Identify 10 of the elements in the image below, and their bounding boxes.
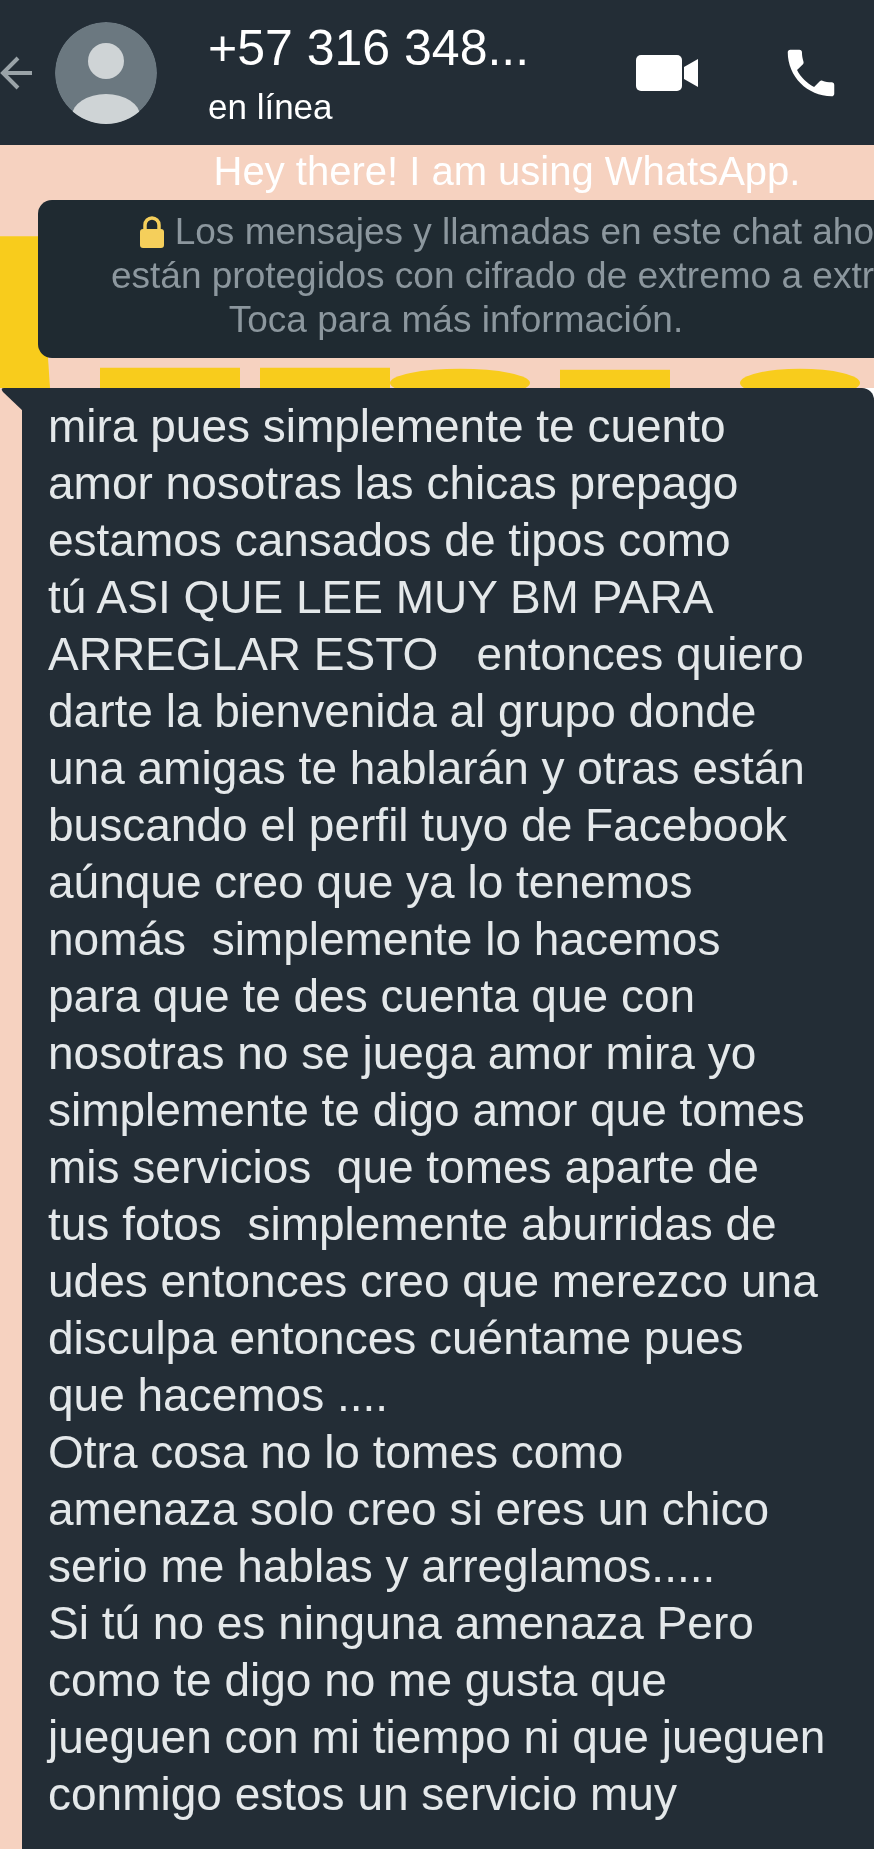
encryption-notice[interactable]: Los mensajes y llamadas en este chat aho están protegidos con cifrado de extremo a extr Toca para más información. <box>38 200 874 358</box>
avatar-icon[interactable] <box>54 20 158 125</box>
contact-name[interactable]: +57 316 348... <box>208 18 530 77</box>
about-text: Hey there! I am using WhatsApp. <box>213 149 801 194</box>
notice-text: Toca para más información. <box>228 298 684 342</box>
video-call-icon[interactable] <box>636 52 700 93</box>
message-text: mira pues simplemente te cuento amor nosotras las chicas prepago estamos cansados de tipos como tú ASI QUE LEE MUY BM PARA ARREGLAR ESTO entonces quiero darte la bienvenida al grupo donde una amigas te hablarán y otras están buscando el perfil tuyo de Facebook aúnque creo que ya lo tenemos nomás simplemente lo hacemos para que te des cuenta que con nosotras no se juega amor mira yo simplemente te digo amor que tomes mis servicios que tomes aparte de tus fotos simplemente aburridas de udes entonces creo que merezco una disculpa entonces cuéntame pues que hacemos .... Otra cosa no lo tomes como amenaza solo creo si eres un chico serio me hablas y arreglamos..... Si tú no es ninguna amenaza Pero como te digo no me gusta que jueguen con mi tiempo ni que jueguen conmigo estos un servicio muy <box>48 399 826 1822</box>
notice-text: Los mensajes y llamadas en este chat aho <box>174 210 874 254</box>
notice-text: están protegidos con cifrado de extremo a extr <box>110 254 874 298</box>
online-status: en línea <box>208 86 333 127</box>
